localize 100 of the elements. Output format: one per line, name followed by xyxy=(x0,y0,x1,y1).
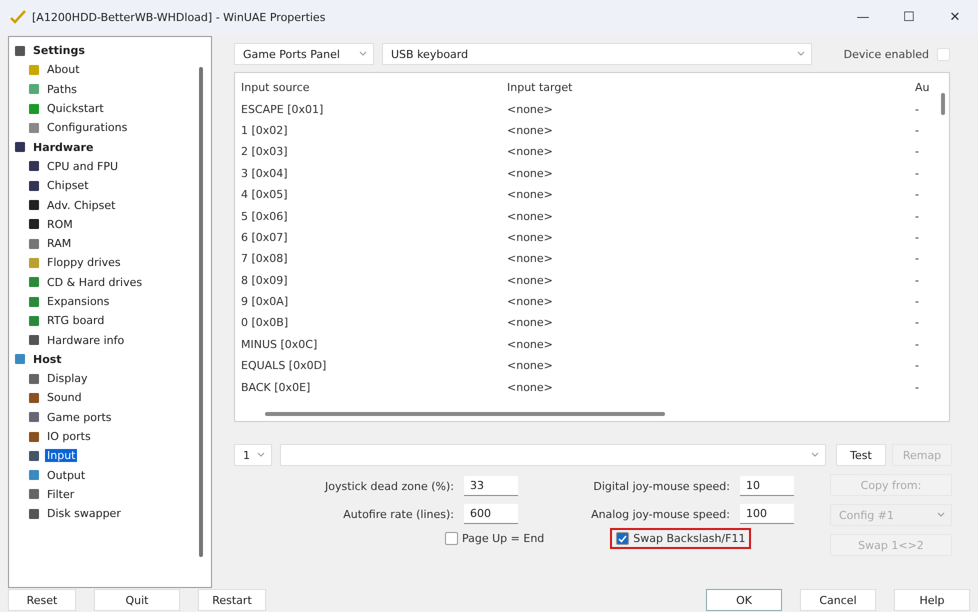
tree-item[interactable]: CD & Hard drives xyxy=(45,276,144,289)
tree-item[interactable]: Input xyxy=(45,449,78,462)
tree-item[interactable]: Paths xyxy=(45,82,79,96)
tree-item[interactable]: Game ports xyxy=(45,410,114,424)
field-label: Analog joy-mouse speed: xyxy=(590,508,730,520)
table-cell-text: BACK [0x0E] xyxy=(241,380,312,394)
tree-node-icon xyxy=(27,334,41,346)
table-cell-text: 6 [0x07] xyxy=(241,230,289,244)
table-cell-text: <none> xyxy=(507,274,554,287)
tree-node-icon xyxy=(27,276,41,288)
tree-node-icon xyxy=(27,83,41,96)
tree-item[interactable]: Sound xyxy=(45,391,84,404)
table-cell-text: <none> xyxy=(507,145,554,158)
table-cell-text: - xyxy=(915,359,920,372)
tree-item[interactable]: Output xyxy=(45,468,88,482)
table-cell-text: - xyxy=(915,252,920,266)
test-button[interactable]: Test xyxy=(836,444,886,466)
tree-node-icon xyxy=(27,122,41,134)
device-dropdown[interactable]: USB keyboard xyxy=(382,43,812,65)
window-control[interactable]: ✕ xyxy=(932,0,978,34)
tree-node-icon xyxy=(27,199,41,212)
tree-item[interactable]: Hardware info xyxy=(45,334,126,347)
tree-node-icon xyxy=(27,256,41,269)
table-cell-text: - xyxy=(915,188,920,202)
table-cell-text: 2 [0x03] xyxy=(241,145,289,158)
table-cell-text: ESCAPE [0x01] xyxy=(241,102,324,116)
window-title: [A1200HDD-BetterWB-WHDload] - WinUAE Properties xyxy=(32,10,326,24)
checkbox-icon xyxy=(616,532,630,545)
caret-icon xyxy=(797,51,805,57)
input-field[interactable]: 600 xyxy=(464,504,518,524)
panel-dropdown[interactable]: Game Ports Panel xyxy=(234,43,374,65)
checkbox-label: Device enabled xyxy=(844,48,929,60)
tree-item[interactable]: Floppy drives xyxy=(45,256,123,270)
checkbox-label: Page Up = End xyxy=(462,532,544,545)
check-mark-icon xyxy=(10,10,26,24)
input-field[interactable]: 100 xyxy=(740,504,794,524)
scrollbar-thumb[interactable] xyxy=(265,412,665,416)
tree-item[interactable]: Chipset xyxy=(45,179,91,192)
column-header[interactable]: Input source xyxy=(241,81,507,94)
table-cell-text: <none> xyxy=(507,338,554,351)
table-cell-text: - xyxy=(915,380,920,394)
tree-node-icon xyxy=(27,314,41,327)
field-label: Autofire rate (lines): xyxy=(342,508,454,520)
tree-node-icon xyxy=(27,392,41,404)
table-cell-text: 8 [0x09] xyxy=(241,274,289,287)
tree-node-icon xyxy=(27,160,41,172)
mapping-dropdown[interactable] xyxy=(280,444,826,466)
table-cell-text: - xyxy=(915,166,920,180)
table-cell-text: <none> xyxy=(507,359,554,372)
table-cell-text: <none> xyxy=(507,316,554,330)
tree-node-icon xyxy=(13,44,27,57)
tree-item[interactable]: About xyxy=(45,63,82,76)
column-header[interactable]: Input target xyxy=(507,81,915,94)
table-cell-text: - xyxy=(915,210,920,223)
footer-button[interactable]: Restart xyxy=(198,589,266,611)
tree-node-icon xyxy=(27,238,41,250)
checkbox[interactable]: Page Up = End xyxy=(439,528,550,549)
tree-node-icon xyxy=(27,488,41,500)
window-control[interactable]: — xyxy=(840,0,886,34)
table-cell-text: <none> xyxy=(507,295,554,308)
tree-item[interactable]: RTG board xyxy=(45,314,106,328)
table-cell-text: - xyxy=(915,274,920,287)
table-cell-text: - xyxy=(915,145,920,158)
tree-item[interactable]: CPU and FPU xyxy=(45,160,120,173)
scrollbar-thumb[interactable] xyxy=(941,93,945,115)
table-cell-text: - xyxy=(915,338,920,351)
checkbox-label: Swap Backslash/F11 xyxy=(633,532,746,545)
tree-item[interactable]: Adv. Chipset xyxy=(45,198,118,212)
slot-dropdown[interactable]: 1 xyxy=(234,444,272,466)
tree-item[interactable]: ROM xyxy=(45,218,75,231)
tree-node-icon xyxy=(13,353,27,366)
tree-node-icon xyxy=(27,372,41,385)
tree-item[interactable]: Host xyxy=(31,352,64,366)
window-control[interactable]: ☐ xyxy=(886,0,932,34)
tree-item[interactable]: Display xyxy=(45,372,90,386)
input-field[interactable]: 10 xyxy=(740,476,794,496)
checkbox[interactable]: Swap Backslash/F11 xyxy=(610,528,752,549)
table-cell-text: - xyxy=(915,295,920,308)
tree-item[interactable]: Expansions xyxy=(45,295,112,308)
tree-node-icon xyxy=(27,102,41,115)
column-header[interactable]: Au xyxy=(915,81,931,94)
tree-item[interactable]: Hardware xyxy=(31,140,96,154)
caret-icon xyxy=(359,51,367,57)
footer-button[interactable]: Help xyxy=(894,589,970,611)
table-cell-text: 4 [0x05] xyxy=(241,188,289,202)
footer-button[interactable]: Cancel xyxy=(800,589,876,611)
footer-button[interactable]: OK xyxy=(706,589,782,611)
footer-button[interactable]: Quit xyxy=(94,589,180,611)
caret-icon xyxy=(937,512,945,518)
tree-item[interactable]: Filter xyxy=(45,488,76,501)
tree-item[interactable]: Disk swapper xyxy=(45,507,123,520)
tree-item[interactable]: RAM xyxy=(45,237,74,250)
tree-item[interactable]: Settings xyxy=(31,44,87,58)
tree-item[interactable]: Quickstart xyxy=(45,102,106,116)
checkbox[interactable] xyxy=(937,48,950,60)
footer-button[interactable]: Reset xyxy=(8,589,76,611)
input-field[interactable]: 33 xyxy=(464,476,518,496)
tree-item[interactable]: Configurations xyxy=(45,121,130,134)
scrollbar-thumb[interactable] xyxy=(199,67,203,557)
tree-item[interactable]: IO ports xyxy=(45,430,93,444)
